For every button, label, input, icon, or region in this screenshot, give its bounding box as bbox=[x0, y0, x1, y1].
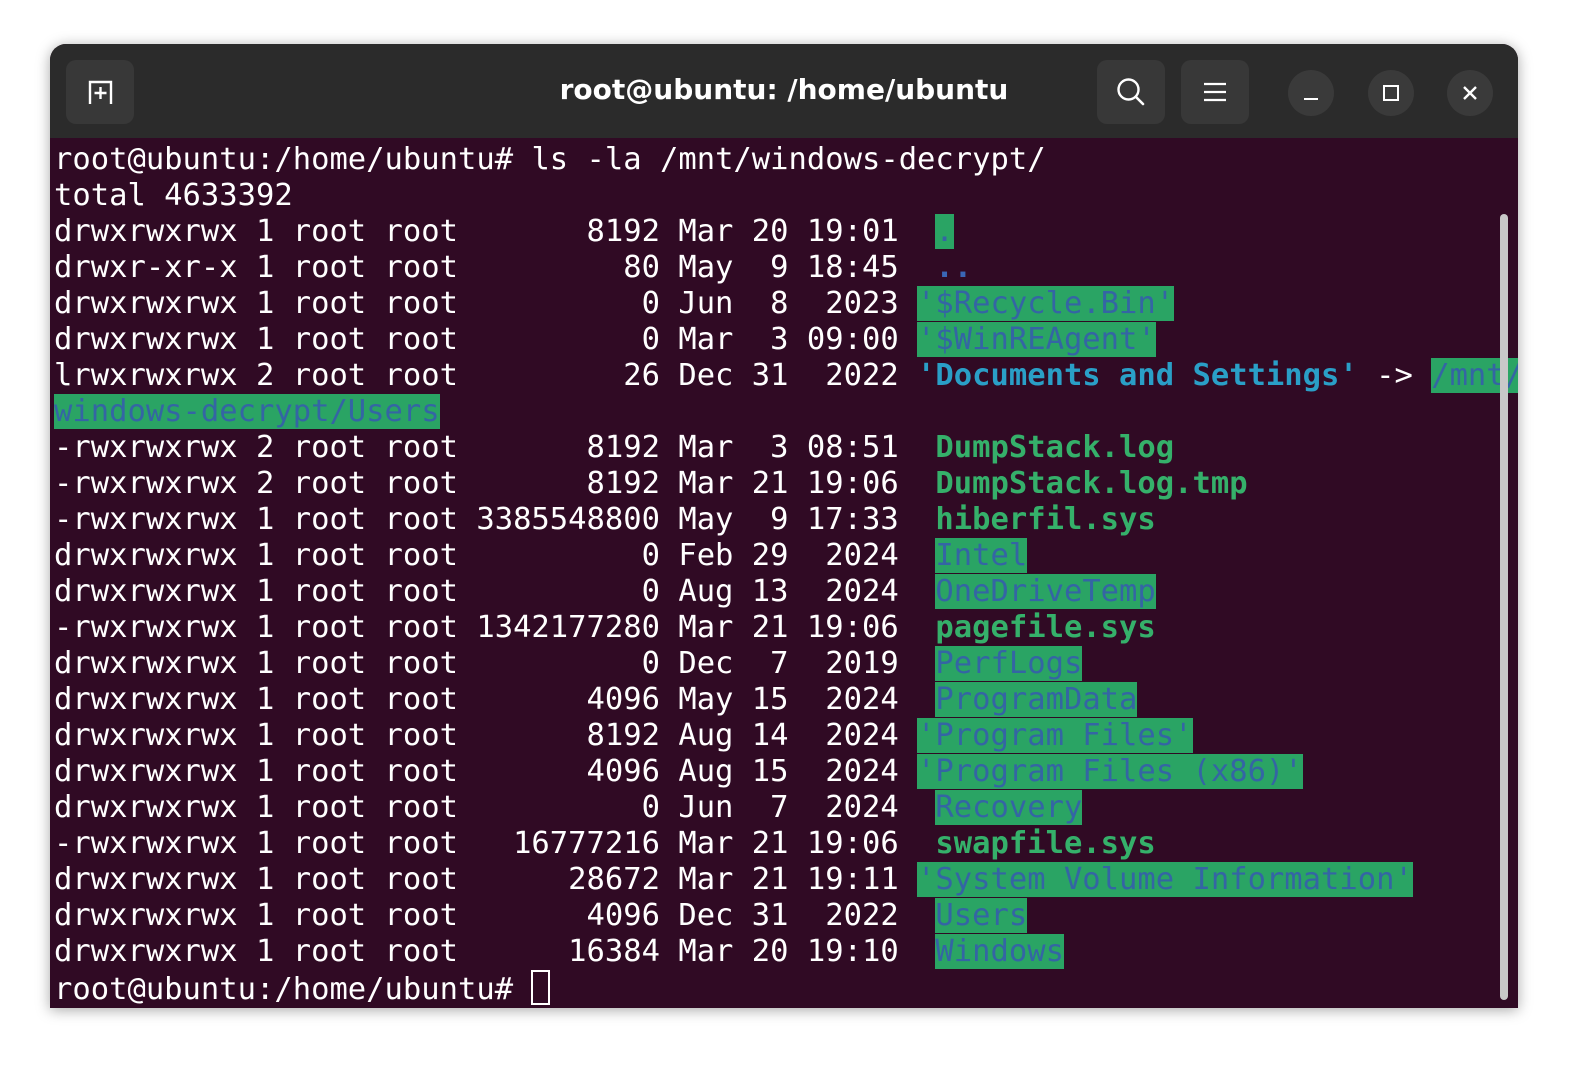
file-name: 'System Volume Information' bbox=[917, 862, 1413, 897]
file-name: 'Program Files (x86)' bbox=[917, 754, 1303, 789]
listing-row: drwxrwxrwx 1 root root 4096 Aug 15 2024 … bbox=[54, 754, 1494, 790]
name-padding bbox=[917, 430, 935, 465]
file-name: Users bbox=[935, 898, 1028, 933]
close-button[interactable] bbox=[1447, 70, 1493, 116]
file-meta: drwxrwxrwx 1 root root 8192 Aug 14 2024 bbox=[54, 718, 918, 753]
file-name: swapfile.sys bbox=[935, 826, 1156, 861]
file-meta: drwxrwxrwx 1 root root 4096 May 15 2024 bbox=[54, 682, 918, 717]
listing-row: drwxrwxrwx 1 root root 8192 Aug 14 2024 … bbox=[54, 718, 1494, 754]
file-meta: drwxrwxrwx 1 root root 0 Mar 3 09:00 bbox=[54, 322, 918, 357]
file-meta: drwxrwxrwx 1 root root 0 Dec 7 2019 bbox=[54, 646, 918, 681]
file-meta: drwxr-xr-x 1 root root 80 May 9 18:45 bbox=[54, 250, 918, 285]
file-meta: drwxrwxrwx 1 root root 4096 Aug 15 2024 bbox=[54, 754, 918, 789]
maximize-icon bbox=[1383, 85, 1399, 101]
name-padding bbox=[917, 898, 935, 933]
listing-row: lrwxrwxrwx 2 root root 26 Dec 31 2022 'D… bbox=[54, 358, 1518, 394]
file-meta: drwxrwxrwx 1 root root 4096 Dec 31 2022 bbox=[54, 898, 918, 933]
listing-row: drwxrwxrwx 1 root root 4096 Dec 31 2022 … bbox=[54, 898, 1494, 934]
listing-row: drwxrwxrwx 1 root root 0 Mar 3 09:00 '$W… bbox=[54, 322, 1494, 358]
file-name: ProgramData bbox=[935, 682, 1138, 717]
file-name: hiberfil.sys bbox=[935, 502, 1156, 537]
terminal-window: root@ubuntu: /home/ubuntu root@ubuntu:/h… bbox=[50, 44, 1518, 1008]
listing-row: drwxrwxrwx 1 root root 0 Aug 13 2024 One… bbox=[54, 574, 1494, 610]
file-meta: -rwxrwxrwx 1 root root 3385548800 May 9 … bbox=[54, 502, 918, 537]
name-padding bbox=[917, 790, 935, 825]
file-name: 'Program Files' bbox=[917, 718, 1193, 753]
prompt-line: root@ubuntu:/home/ubuntu# bbox=[54, 970, 1494, 1007]
file-meta: -rwxrwxrwx 1 root root 16777216 Mar 21 1… bbox=[54, 826, 918, 861]
listing-row: drwxrwxrwx 1 root root 0 Feb 29 2024 Int… bbox=[54, 538, 1494, 574]
file-meta: drwxrwxrwx 1 root root 0 Jun 7 2024 bbox=[54, 790, 918, 825]
total-line: total 4633392 bbox=[54, 178, 293, 213]
terminal-output[interactable]: root@ubuntu:/home/ubuntu# ls -la /mnt/wi… bbox=[54, 142, 1518, 1007]
search-button[interactable] bbox=[1097, 60, 1165, 124]
titlebar: root@ubuntu: /home/ubuntu bbox=[50, 44, 1518, 138]
file-name: PerfLogs bbox=[935, 646, 1083, 681]
listing-row: -rwxrwxrwx 1 root root 3385548800 May 9 … bbox=[54, 502, 1494, 538]
listing-row: drwxrwxrwx 1 root root 0 Jun 7 2024 Reco… bbox=[54, 790, 1494, 826]
listing-row: -rwxrwxrwx 1 root root 16777216 Mar 21 1… bbox=[54, 826, 1494, 862]
maximize-button[interactable] bbox=[1368, 70, 1414, 116]
listing-row: drwxrwxrwx 1 root root 28672 Mar 21 19:1… bbox=[54, 862, 1494, 898]
file-name: DumpStack.log.tmp bbox=[935, 466, 1248, 501]
name-padding bbox=[917, 538, 935, 573]
file-name: pagefile.sys bbox=[935, 610, 1156, 645]
file-meta: drwxrwxrwx 1 root root 0 Feb 29 2024 bbox=[54, 538, 918, 573]
file-name: . bbox=[935, 214, 954, 249]
listing-row: drwxr-xr-x 1 root root 80 May 9 18:45 .. bbox=[54, 250, 1494, 286]
scrollbar[interactable] bbox=[1500, 214, 1508, 1000]
symlink-target: windows-decrypt/Users bbox=[54, 394, 440, 429]
minimize-button[interactable] bbox=[1288, 70, 1334, 116]
name-padding bbox=[917, 502, 935, 537]
file-name: Intel bbox=[935, 538, 1028, 573]
file-meta: drwxrwxrwx 1 root root 0 Jun 8 2023 bbox=[54, 286, 918, 321]
file-name: '$WinREAgent' bbox=[917, 322, 1156, 357]
command-line: root@ubuntu:/home/ubuntu# ls -la /mnt/wi… bbox=[54, 142, 1494, 178]
file-name: OneDriveTemp bbox=[935, 574, 1156, 609]
listing-row-wrap: windows-decrypt/Users bbox=[54, 394, 1494, 430]
listing-row: drwxrwxrwx 1 root root 0 Jun 8 2023 '$Re… bbox=[54, 286, 1494, 322]
command: ls -la /mnt/windows-decrypt/ bbox=[531, 142, 1046, 177]
file-name: 'Documents and Settings' bbox=[917, 358, 1358, 393]
name-padding bbox=[917, 574, 935, 609]
file-meta: -rwxrwxrwx 2 root root 8192 Mar 3 08:51 bbox=[54, 430, 918, 465]
listing-row: -rwxrwxrwx 2 root root 8192 Mar 21 19:06… bbox=[54, 466, 1494, 502]
name-padding bbox=[917, 826, 935, 861]
close-icon bbox=[1463, 86, 1477, 100]
listing-row: drwxrwxrwx 1 root root 4096 May 15 2024 … bbox=[54, 682, 1494, 718]
listing-row: drwxrwxrwx 1 root root 0 Dec 7 2019 Perf… bbox=[54, 646, 1494, 682]
file-meta: lrwxrwxrwx 2 root root 26 Dec 31 2022 bbox=[54, 358, 918, 393]
minimize-icon bbox=[1304, 98, 1318, 100]
file-meta: -rwxrwxrwx 2 root root 8192 Mar 21 19:06 bbox=[54, 466, 918, 501]
listing-row: -rwxrwxrwx 2 root root 8192 Mar 3 08:51 … bbox=[54, 430, 1494, 466]
file-meta: drwxrwxrwx 1 root root 16384 Mar 20 19:1… bbox=[54, 934, 918, 969]
file-name: '$Recycle.Bin' bbox=[917, 286, 1175, 321]
name-padding bbox=[917, 466, 935, 501]
file-meta: drwxrwxrwx 1 root root 28672 Mar 21 19:1… bbox=[54, 862, 918, 897]
text-cursor bbox=[531, 970, 551, 1005]
listing-row: drwxrwxrwx 1 root root 8192 Mar 20 19:01… bbox=[54, 214, 1494, 250]
name-padding bbox=[917, 682, 935, 717]
listing-row: -rwxrwxrwx 1 root root 1342177280 Mar 21… bbox=[54, 610, 1494, 646]
name-padding bbox=[917, 214, 935, 249]
file-name: Windows bbox=[935, 934, 1064, 969]
name-padding bbox=[917, 934, 935, 969]
file-name: .. bbox=[935, 250, 973, 285]
prompt: root@ubuntu:/home/ubuntu# bbox=[54, 972, 532, 1007]
file-meta: drwxrwxrwx 1 root root 0 Aug 13 2024 bbox=[54, 574, 918, 609]
search-icon bbox=[1117, 78, 1145, 106]
menu-button[interactable] bbox=[1181, 60, 1249, 124]
name-padding bbox=[917, 250, 935, 285]
hamburger-menu-icon bbox=[1204, 82, 1226, 102]
symlink-arrow: -> bbox=[1357, 358, 1432, 393]
file-name: DumpStack.log bbox=[935, 430, 1175, 465]
prompt: root@ubuntu:/home/ubuntu# bbox=[54, 142, 532, 177]
file-meta: drwxrwxrwx 1 root root 8192 Mar 20 19:01 bbox=[54, 214, 918, 249]
file-name: Recovery bbox=[935, 790, 1083, 825]
name-padding bbox=[917, 610, 935, 645]
name-padding bbox=[917, 646, 935, 681]
file-meta: -rwxrwxrwx 1 root root 1342177280 Mar 21… bbox=[54, 610, 918, 645]
listing-row: drwxrwxrwx 1 root root 16384 Mar 20 19:1… bbox=[54, 934, 1494, 970]
